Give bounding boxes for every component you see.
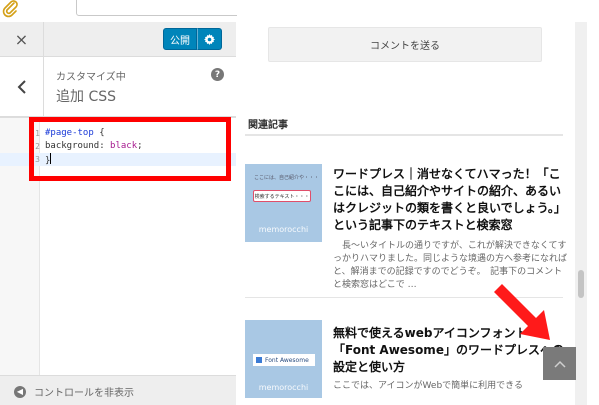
css-property: background	[45, 141, 100, 151]
thumbnail-tag: Font Awesome	[253, 354, 315, 366]
thumbnail-caption: ここには、自己紹介や・・・	[254, 175, 320, 181]
section-header: カスタマイズ中 追加 CSS ?	[0, 57, 236, 117]
colon: :	[99, 141, 111, 151]
thumbnail-tag-label: Font Awesome	[265, 356, 309, 364]
open-brace: {	[93, 128, 105, 138]
heading-rule	[245, 134, 563, 136]
post-excerpt: ここでは、アイコンがWebで簡単に利用できる	[333, 381, 523, 391]
site-preview: コメントを送る 関連記事 ここには、自己紹介や・・・ 検索するテキスト・・・ m…	[237, 0, 587, 405]
related-posts-heading: 関連記事	[248, 120, 288, 131]
post-title-link[interactable]: ワードプレス｜消せなくてハマった！「ここには、自己紹介やサイトの紹介、あるいはク…	[333, 166, 568, 234]
publish-settings-button[interactable]	[197, 28, 222, 50]
customizer-panel: × 公開 カスタマイズ中 追加 CSS ? 1 #page-top {2 ba…	[0, 22, 236, 405]
customizing-label: カスタマイズ中	[56, 72, 126, 83]
css-code-editor[interactable]: 1 #page-top { 2 background: black; 3 }	[0, 117, 236, 376]
gear-icon	[204, 33, 215, 45]
chevron-left-icon	[17, 80, 26, 94]
scrollbar-thumb[interactable]	[578, 270, 584, 298]
collapse-icon: ◀	[14, 385, 26, 398]
hide-controls-label: コントロールを非表示	[34, 388, 134, 399]
code-line-active[interactable]: 3 }	[0, 153, 236, 166]
thumbnail-watermark: memorocchi	[258, 225, 309, 234]
send-comment-button[interactable]: コメントを送る	[268, 27, 542, 62]
hide-controls-button[interactable]: ◀ コントロールを非表示	[14, 384, 134, 399]
preview-scrollbar[interactable]	[575, 22, 587, 405]
post-excerpt: 長～いタイトルの通りですが、これが解決できなくてすっかりハマりました。同じような…	[333, 241, 568, 290]
help-icon[interactable]: ?	[211, 68, 224, 81]
publish-button[interactable]: 公開	[163, 28, 197, 50]
back-button[interactable]	[0, 57, 44, 117]
code-line[interactable]: 2 background: black;	[0, 140, 236, 153]
thumbnail-watermark: memorocchi	[258, 383, 309, 392]
post-title-link[interactable]: 無料で使えるwebアイコンフォント「Font Awesome」のワードプレスへの…	[333, 325, 568, 376]
panel-header: × 公開	[0, 22, 236, 57]
css-value: black	[110, 141, 138, 151]
text-cursor	[50, 153, 52, 164]
line-number: 1	[35, 129, 40, 138]
panel-footer: ◀ コントロールを非表示	[0, 375, 236, 405]
css-selector: #page-top	[45, 128, 94, 138]
post-thumbnail[interactable]: ここには、自己紹介や・・・ 検索するテキスト・・・ memorocchi	[245, 164, 322, 242]
paperclip-icon	[2, 0, 18, 18]
post-thumbnail[interactable]: Font Awesome memorocchi	[245, 320, 322, 398]
window-edge	[587, 0, 599, 405]
thumbnail-search-box: 検索するテキスト・・・	[253, 190, 311, 202]
section-title: 追加 CSS	[56, 89, 116, 105]
customizer-window: × 公開 カスタマイズ中 追加 CSS ? 1 #page-top {2 ba…	[0, 0, 599, 405]
line-number: 2	[35, 142, 40, 151]
close-customizer-button[interactable]: ×	[0, 22, 44, 57]
chevron-up-icon	[553, 360, 566, 368]
code-line[interactable]: 1 #page-top {	[0, 127, 236, 140]
page-top-button[interactable]	[543, 347, 576, 380]
post-divider	[245, 297, 563, 298]
flag-icon	[256, 357, 262, 363]
semicolon: ;	[137, 141, 143, 151]
line-number: 3	[35, 155, 40, 164]
